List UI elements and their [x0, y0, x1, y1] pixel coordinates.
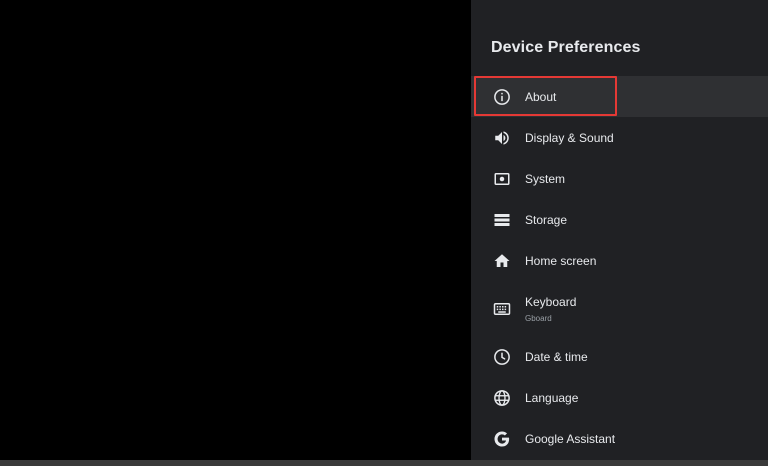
- system-icon: [492, 169, 512, 189]
- menu-item-system[interactable]: System: [471, 158, 768, 199]
- menu-item-label: System: [525, 171, 566, 186]
- menu-item-label: Keyboard: [525, 294, 577, 309]
- background-content-area: [0, 0, 471, 466]
- menu-item-home-screen[interactable]: Home screen: [471, 240, 768, 281]
- menu-item-label: Language: [525, 390, 579, 405]
- home-icon: [492, 251, 512, 271]
- menu-item-label: Display & Sound: [525, 130, 614, 145]
- menu-item-label: Home screen: [525, 253, 597, 268]
- settings-panel: Device Preferences About Display & Sound: [471, 0, 768, 460]
- menu-item-label: Google Assistant: [525, 431, 616, 446]
- clock-icon: [492, 347, 512, 367]
- menu-item-about[interactable]: About: [471, 76, 768, 117]
- info-icon: [492, 87, 512, 107]
- menu-item-storage[interactable]: Storage: [471, 199, 768, 240]
- globe-icon: [492, 388, 512, 408]
- menu-item-label: Storage: [525, 212, 568, 227]
- menu-item-keyboard[interactable]: Keyboard Gboard: [471, 281, 768, 336]
- menu-item-label: Date & time: [525, 349, 588, 364]
- menu-item-date-time[interactable]: Date & time: [471, 336, 768, 377]
- storage-icon: [492, 210, 512, 230]
- keyboard-icon: [492, 299, 512, 319]
- menu-item-language[interactable]: Language: [471, 377, 768, 418]
- bottom-edge-bar: [0, 460, 768, 466]
- menu-item-display-sound[interactable]: Display & Sound: [471, 117, 768, 158]
- google-icon: [492, 429, 512, 449]
- menu-item-label: About: [525, 89, 557, 104]
- panel-title: Device Preferences: [491, 39, 641, 56]
- preferences-menu: About Display & Sound System Storage Hom…: [471, 76, 768, 459]
- volume-icon: [492, 128, 512, 148]
- menu-item-google-assistant[interactable]: Google Assistant: [471, 418, 768, 459]
- menu-item-sublabel: Gboard: [525, 313, 552, 323]
- tv-screen: Device Preferences About Display & Sound: [0, 0, 768, 466]
